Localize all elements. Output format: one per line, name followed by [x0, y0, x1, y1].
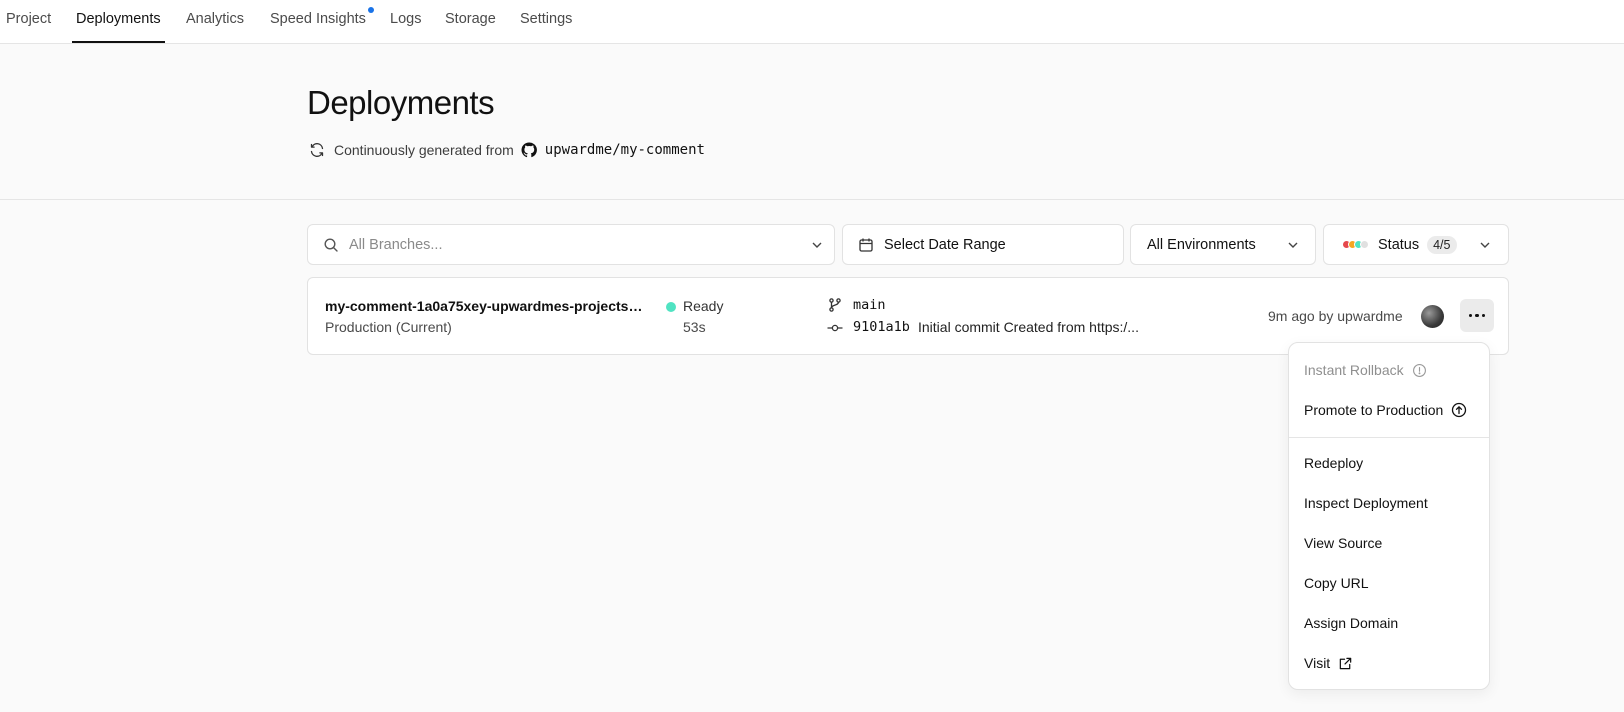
arrow-up-circle-icon	[1452, 402, 1467, 418]
menu-item-instant-rollback: Instant Rollback	[1304, 362, 1427, 378]
menu-item-promote-to-production[interactable]: Promote to Production	[1304, 402, 1467, 418]
status-label: Status	[1378, 236, 1420, 253]
tab-project[interactable]: Project	[6, 0, 51, 44]
more-dot	[1468, 313, 1473, 318]
source-info: Continuously generated from upwardme/my-…	[309, 140, 705, 160]
tab-speed-insights[interactable]: Speed Insights	[270, 0, 366, 44]
chevron-down-icon	[1480, 242, 1490, 248]
deployment-duration: 53s	[683, 319, 706, 335]
header-divider	[0, 199, 1624, 200]
menu-item-view-source[interactable]: View Source	[1304, 535, 1382, 551]
menu-item-label: Instant Rollback	[1304, 362, 1404, 378]
repo-link[interactable]: upwardme/my-comment	[545, 142, 705, 158]
info-icon	[1412, 363, 1426, 377]
avatar	[1421, 305, 1444, 328]
date-range-label: Select Date Range	[884, 236, 1006, 253]
deployment-meta: 9m ago by upwardme	[1268, 308, 1403, 324]
environment-filter[interactable]: All Environments	[1130, 224, 1316, 265]
more-actions-button[interactable]	[1460, 299, 1494, 332]
menu-item-visit[interactable]: Visit	[1304, 655, 1353, 671]
menu-item-label: Visit	[1304, 655, 1331, 671]
status-filter[interactable]: Status 4/5	[1323, 224, 1509, 265]
tab-settings[interactable]: Settings	[520, 0, 572, 44]
git-commit-icon	[827, 324, 843, 332]
project-nav: Project Deployments Analytics Speed Insi…	[0, 0, 1624, 44]
notification-dot	[368, 7, 374, 13]
commit-hash[interactable]: 9101a1b	[853, 319, 910, 335]
deployment-name[interactable]: my-comment-1a0a75xey-upwardmes-projects.…	[325, 298, 645, 314]
commit-message[interactable]: Initial commit Created from https:/...	[918, 319, 1158, 335]
more-dot	[1475, 313, 1479, 318]
date-range-filter[interactable]: Select Date Range	[842, 224, 1124, 265]
external-link-icon	[1339, 657, 1352, 669]
page-title: Deployments	[307, 84, 495, 121]
calendar-icon	[859, 238, 873, 252]
tab-logs[interactable]: Logs	[390, 0, 421, 44]
branch-filter[interactable]: All Branches...	[307, 224, 835, 265]
menu-item-copy-url[interactable]: Copy URL	[1304, 575, 1369, 591]
tab-analytics[interactable]: Analytics	[186, 0, 244, 44]
source-label: Continuously generated from	[334, 142, 514, 158]
branch-filter-placeholder: All Branches...	[349, 236, 443, 253]
deployment-status: Ready	[683, 298, 724, 314]
status-count-badge: 4/5	[1427, 235, 1457, 254]
tab-storage[interactable]: Storage	[445, 0, 496, 44]
menu-item-assign-domain[interactable]: Assign Domain	[1304, 615, 1398, 631]
active-tab-indicator	[72, 41, 165, 43]
more-dot	[1481, 313, 1486, 318]
status-indicator	[666, 302, 676, 312]
menu-item-redeploy[interactable]: Redeploy	[1304, 455, 1363, 471]
search-icon	[324, 237, 338, 252]
status-color-dots	[1342, 240, 1369, 249]
deployment-environment: Production (Current)	[325, 319, 452, 335]
chevron-down-icon	[812, 242, 822, 248]
git-branch-icon	[829, 298, 841, 312]
refresh-icon	[310, 143, 324, 157]
menu-item-inspect-deployment[interactable]: Inspect Deployment	[1304, 495, 1428, 511]
github-icon	[521, 142, 537, 158]
deployment-actions-menu: Instant Rollback Promote to Production R…	[1288, 342, 1490, 690]
environment-label: All Environments	[1147, 236, 1256, 253]
status-dot-canceled	[1360, 240, 1369, 249]
tab-deployments[interactable]: Deployments	[76, 0, 161, 44]
branch-name[interactable]: main	[853, 297, 886, 313]
menu-divider	[1289, 437, 1489, 438]
chevron-down-icon	[1288, 242, 1298, 248]
menu-item-label: Promote to Production	[1304, 402, 1444, 418]
